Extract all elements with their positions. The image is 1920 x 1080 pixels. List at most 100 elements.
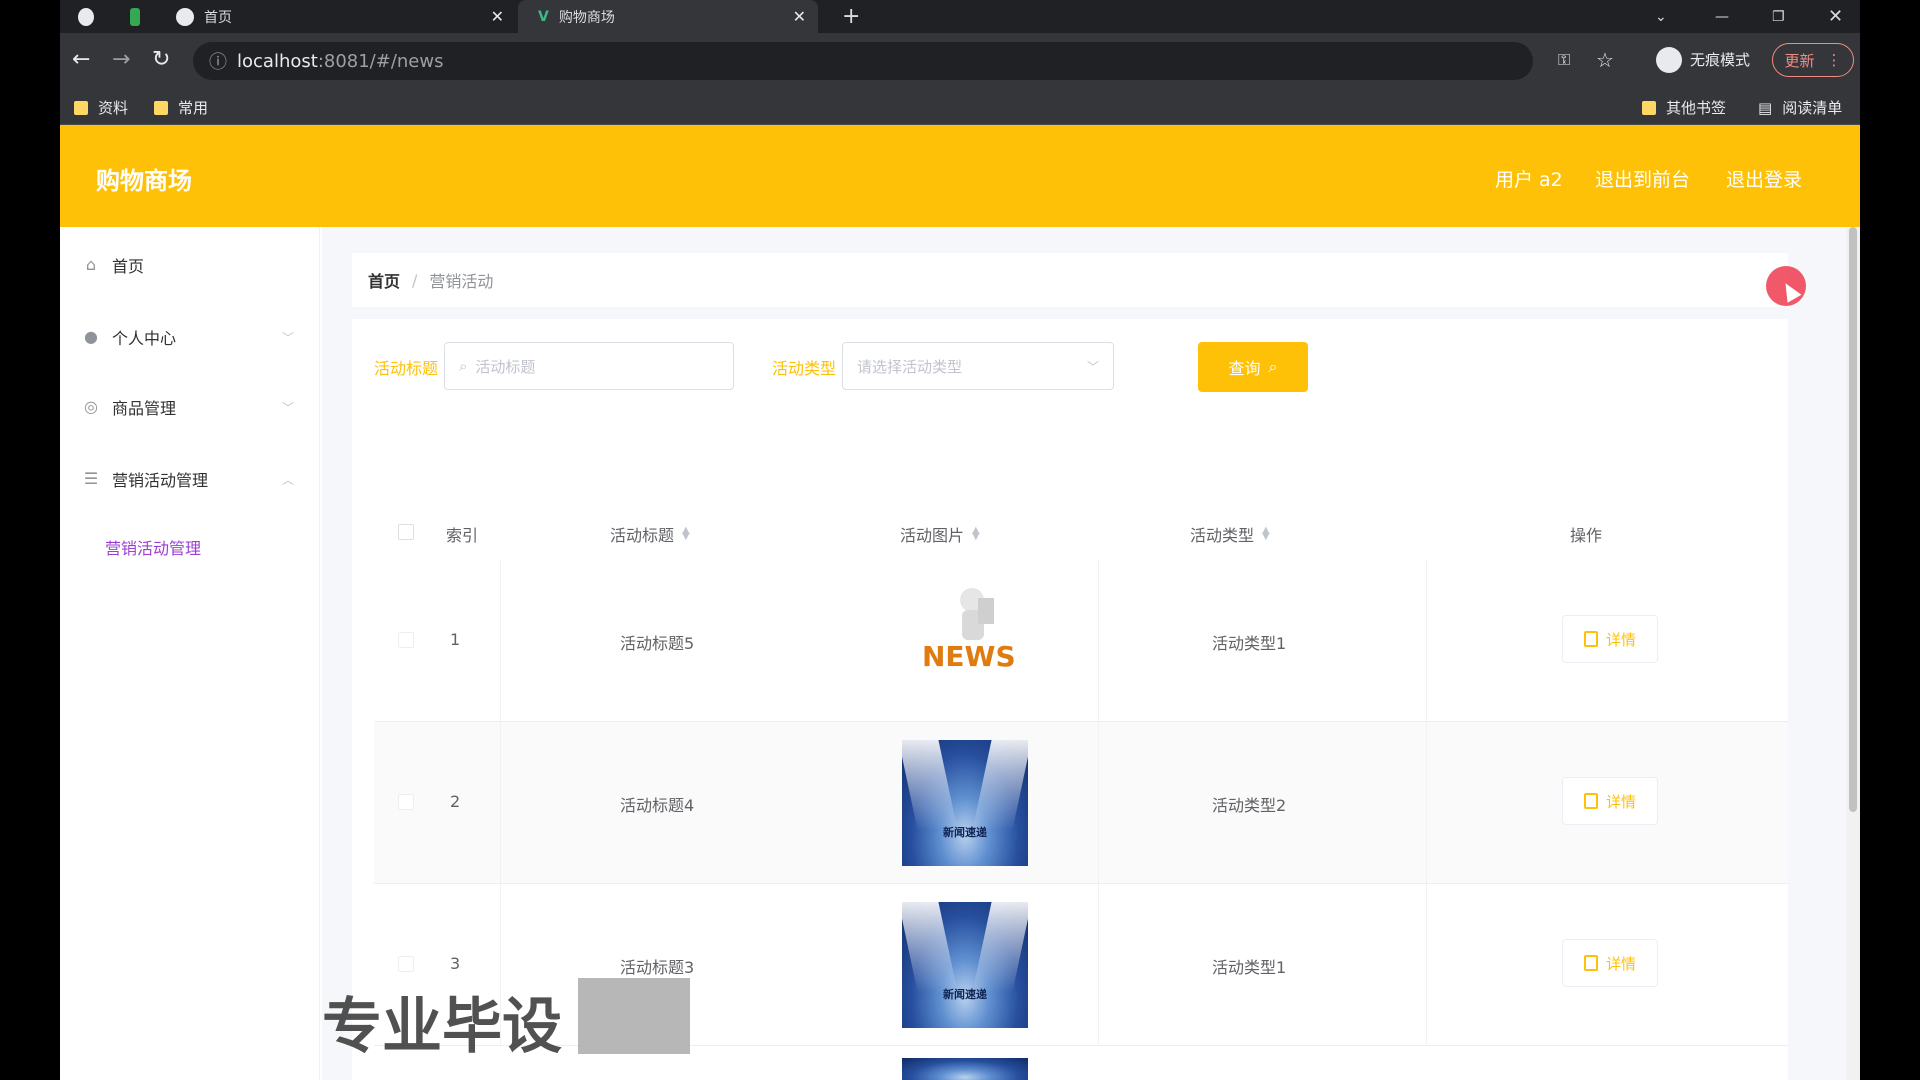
title-placeholder: 活动标题 [475, 357, 536, 376]
menu-dots-icon: ⋮ [1826, 51, 1842, 69]
back-button[interactable]: ← [72, 47, 90, 73]
bookmarks-bar: 资料 常用 其他书签 ▤ 阅读清单 [60, 89, 1860, 125]
sidebar-item-label: 营销活动管理 [112, 471, 209, 490]
document-icon [1583, 631, 1598, 647]
breadcrumb: 首页 / 营销活动 [352, 253, 1788, 307]
detail-label: 详情 [1605, 954, 1636, 973]
row-checkbox[interactable] [398, 794, 414, 810]
image-text: 新闻速递 [943, 826, 987, 839]
logout-link[interactable]: 退出登录 [1726, 165, 1802, 192]
close-tab-icon[interactable]: ✕ [491, 7, 504, 26]
column-divider [500, 560, 501, 721]
list-icon: ☰ [83, 469, 99, 488]
chevron-down-icon[interactable]: ﹀ [282, 399, 294, 416]
chevron-down-icon[interactable]: ﹀ [282, 329, 294, 346]
user-label: 用户 a2 [1495, 169, 1563, 191]
sidebar-item-label: 个人中心 [112, 329, 177, 348]
row-checkbox[interactable] [398, 632, 414, 648]
page-scrollbar[interactable] [1846, 227, 1860, 1080]
app-tab-icon[interactable] [130, 0, 150, 33]
sort-icon[interactable]: ▲ ▼ [1262, 526, 1270, 542]
sidebar-item-home[interactable]: ⌂ 首页 [82, 253, 144, 277]
info-icon: ⓘ [209, 52, 227, 73]
select-all-checkbox[interactable] [398, 524, 414, 540]
sort-icon[interactable]: ▲ ▼ [972, 526, 980, 542]
tab-shop[interactable]: V 购物商场 ✕ [518, 0, 818, 33]
back-to-front-link[interactable]: 退出到前台 [1595, 165, 1690, 192]
incognito-label: 无痕模式 [1690, 51, 1751, 69]
header-type[interactable]: 活动类型 ▲ ▼ [1190, 522, 1270, 546]
breadcrumb-current: 营销活动 [429, 272, 494, 291]
reload-button[interactable]: ↻ [152, 47, 170, 73]
header-index: 索引 [446, 526, 479, 545]
title-search-input[interactable]: ⌕ 活动标题 [444, 342, 734, 390]
vue-icon: V [538, 8, 549, 25]
submenu-marketing-management[interactable]: 营销活动管理 [105, 535, 201, 559]
incognito-icon [1656, 47, 1682, 73]
query-button[interactable]: 查询 ⌕ [1198, 342, 1308, 392]
column-divider [1426, 722, 1427, 883]
search-icon: ⌕ [1268, 357, 1278, 376]
header-image[interactable]: 活动图片 ▲ ▼ [900, 522, 980, 546]
bookmark-folder[interactable]: 常用 [154, 97, 208, 118]
forward-button[interactable]: → [112, 47, 130, 73]
table-row: 2 活动标题4 新闻速递 活动类型2 详情 [374, 722, 1788, 884]
bookmark-folder[interactable]: 其他书签 [1642, 97, 1726, 118]
detail-button[interactable]: 详情 [1562, 939, 1658, 987]
news-figure-image: NEWS [922, 588, 1016, 673]
tab-label: 购物商场 [558, 9, 615, 26]
chevron-down-icon: ﹀ [1086, 359, 1099, 374]
row-image: 新闻速递 [902, 740, 1028, 866]
search-icon: ⌕ [459, 357, 468, 375]
tab-label: 首页 [204, 9, 232, 26]
detail-label: 详情 [1605, 630, 1636, 649]
document-icon [1583, 955, 1598, 971]
breadcrumb-home[interactable]: 首页 [368, 268, 400, 292]
sidebar-item-personal[interactable]: ● 个人中心 [82, 325, 176, 349]
bookmark-label: 常用 [178, 99, 209, 117]
reading-list-icon: ▤ [1758, 98, 1773, 117]
star-icon[interactable]: ☆ [1596, 47, 1614, 73]
home-icon: ⌂ [85, 255, 97, 274]
sidebar-item-label: 首页 [112, 257, 145, 276]
light-beam [902, 740, 958, 830]
sidebar-item-goods[interactable]: ◎ 商品管理 [82, 395, 176, 419]
close-tab-icon[interactable]: ✕ [793, 7, 806, 26]
header-title[interactable]: 活动标题 ▲ ▼ [610, 522, 690, 546]
row-type: 活动类型1 [1212, 958, 1287, 977]
restore-button[interactable]: ❐ [1772, 0, 1785, 33]
new-tab-button[interactable]: + [842, 0, 860, 33]
tab-bar: 首页 ✕ V 购物商场 ✕ + ⌄ — ❐ ✕ [60, 0, 1860, 33]
light-beam [902, 902, 958, 992]
reading-list[interactable]: ▤ 阅读清单 [1758, 97, 1842, 118]
row-image: 新闻速递 [902, 902, 1028, 1028]
type-select[interactable]: 请选择活动类型 ﹀ [842, 342, 1114, 390]
detail-button[interactable]: 详情 [1562, 615, 1658, 663]
chevron-up-icon[interactable]: ︿ [282, 471, 294, 488]
update-button[interactable]: 更新 ⋮ [1772, 43, 1854, 77]
tab-search-icon[interactable]: ⌄ [1655, 0, 1667, 33]
url-field[interactable]: ⓘ localhost:8081/#/news [193, 42, 1533, 80]
minimize-button[interactable]: — [1715, 0, 1729, 33]
key-icon[interactable]: ⚿ [1558, 47, 1570, 73]
tab-home[interactable]: 首页 ✕ [176, 0, 516, 33]
sort-icon[interactable]: ▲ ▼ [682, 526, 690, 542]
row-checkbox[interactable] [398, 956, 414, 972]
row-title: 活动标题3 [620, 958, 695, 977]
column-divider [1098, 722, 1099, 883]
app-header: 购物商场 用户 a2 退出到前台 退出登录 [60, 125, 1860, 227]
incognito-indicator[interactable]: 无痕模式 [1656, 47, 1750, 73]
scroll-thumb[interactable] [1849, 227, 1857, 812]
stage-lights-image [902, 1058, 1028, 1080]
main-content: 首页 / 营销活动 活动标题 ⌕ 活动标题 活动类型 请选择活动类型 ﹀ 查询 … [322, 227, 1860, 1080]
detail-button[interactable]: 详情 [1562, 777, 1658, 825]
sidebar-item-marketing[interactable]: ☰ 营销活动管理 [82, 467, 208, 491]
row-title: 活动标题5 [620, 634, 695, 653]
url-path: :8081/#/news [317, 50, 444, 72]
table-row: 1 活动标题5 NEWS 活动类型1 详情 [374, 560, 1788, 722]
bookmark-folder[interactable]: 资料 [74, 97, 128, 118]
app-title: 购物商场 [96, 167, 192, 195]
address-bar: ← → ↻ ⓘ localhost:8081/#/news ⚿ ☆ 无痕模式 更… [60, 33, 1860, 89]
content-panel: 活动标题 ⌕ 活动标题 活动类型 请选择活动类型 ﹀ 查询 ⌕ 索引 活动标题 ▲… [352, 319, 1788, 1080]
window-close-button[interactable]: ✕ [1828, 0, 1843, 33]
